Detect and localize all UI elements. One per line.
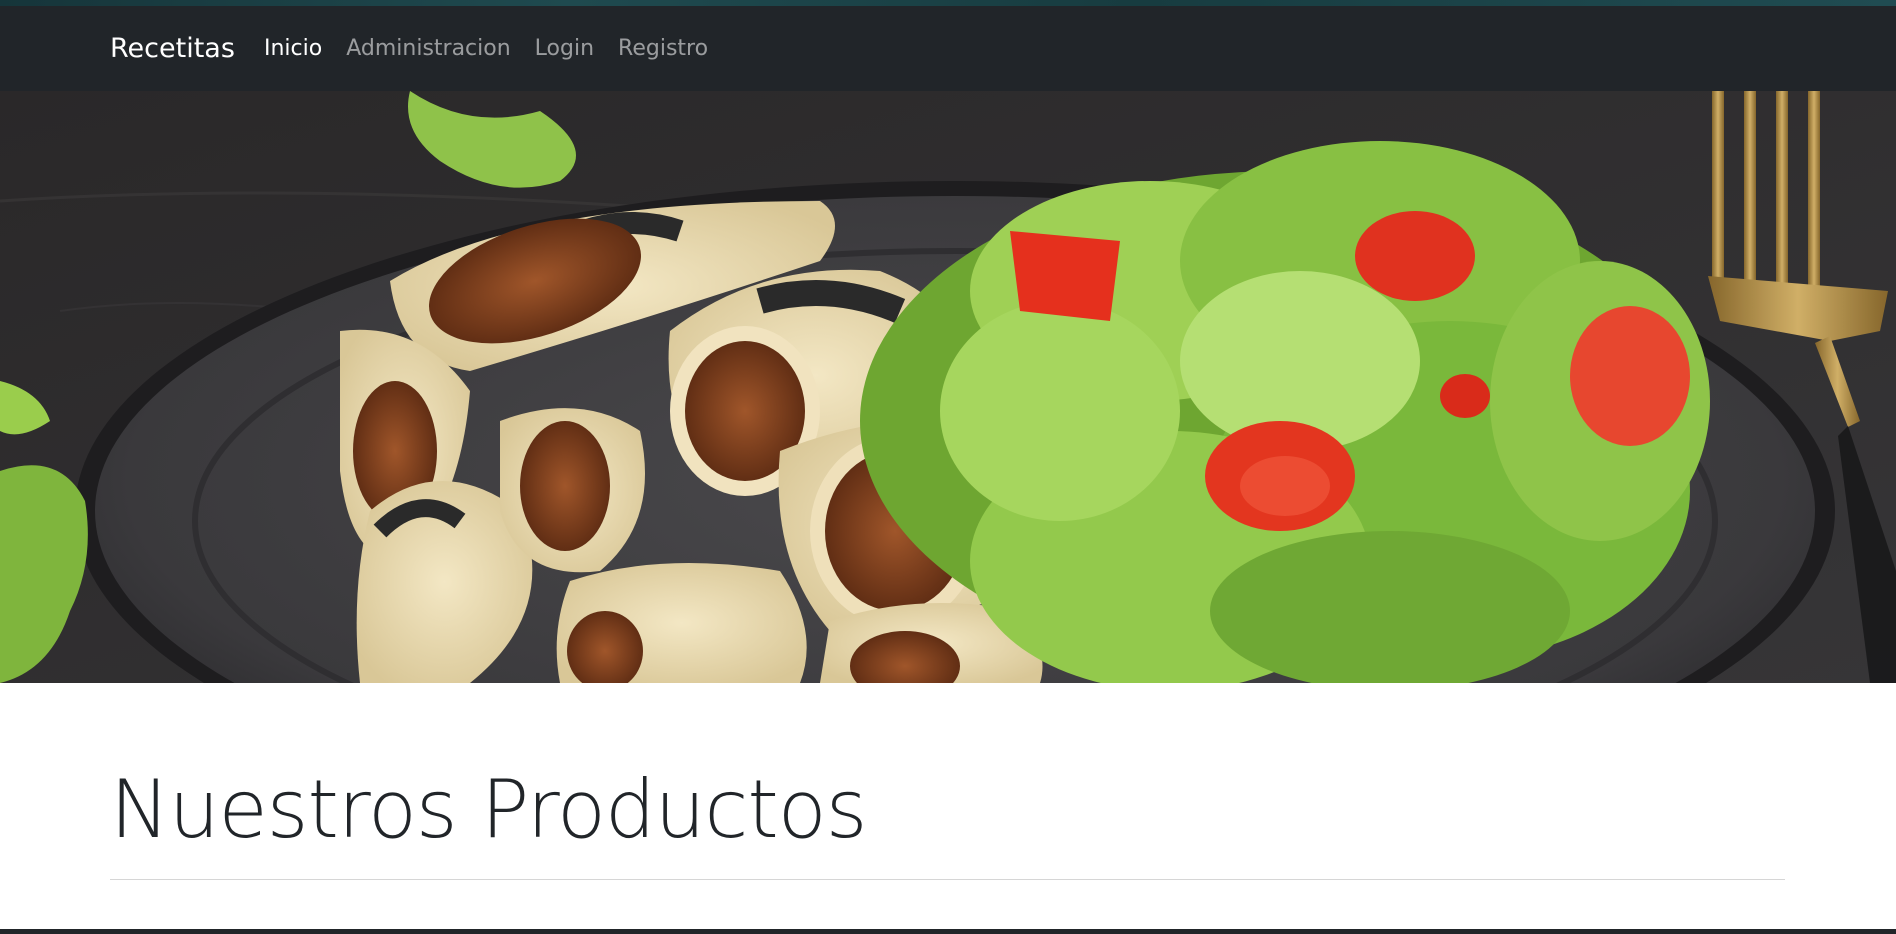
hero-image bbox=[0, 91, 1896, 683]
title-divider bbox=[110, 879, 1785, 880]
brand-link[interactable]: Recetitas bbox=[110, 32, 235, 66]
nav-link-login[interactable]: Login bbox=[535, 34, 594, 64]
nav-link-administracion[interactable]: Administracion bbox=[346, 34, 510, 64]
navbar: Recetitas Inicio Administracion Login Re… bbox=[0, 6, 1896, 91]
hero-food-illustration bbox=[0, 91, 1896, 683]
nav-links: Inicio Administracion Login Registro bbox=[264, 34, 732, 64]
bottom-bar bbox=[0, 929, 1896, 934]
nav-link-inicio[interactable]: Inicio bbox=[264, 34, 322, 64]
page-title: Nuestros Productos bbox=[110, 763, 867, 856]
nav-link-registro[interactable]: Registro bbox=[618, 34, 708, 64]
